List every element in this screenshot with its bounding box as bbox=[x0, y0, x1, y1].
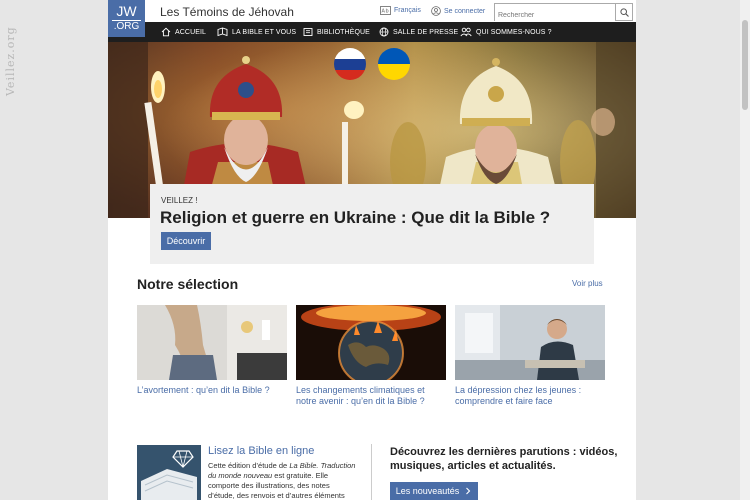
bible-promo-title[interactable]: Lisez la Bible en ligne bbox=[208, 445, 314, 457]
nav-item-accueil[interactable]: ACCUEIL bbox=[161, 22, 206, 42]
nav-item-bibliotheque[interactable]: BIBLIOTHÈQUE bbox=[303, 22, 370, 42]
nav-item-bible[interactable]: LA BIBLE ET VOUS bbox=[217, 22, 296, 42]
search-button[interactable] bbox=[615, 4, 632, 20]
section-divider bbox=[371, 444, 372, 500]
page: JW .ORG ® Les Témoins de Jéhovah A b Fra… bbox=[108, 0, 636, 500]
see-more-link[interactable]: Voir plus bbox=[572, 279, 603, 288]
login-label: Se connecter bbox=[444, 7, 486, 15]
depression-illustration bbox=[455, 305, 605, 380]
card-title-depression[interactable]: La dépression chez les jeunes : comprend… bbox=[455, 385, 605, 407]
new-releases-title: Découvrez les dernières parutions : vidé… bbox=[390, 446, 618, 472]
search-input[interactable] bbox=[495, 8, 615, 23]
card-image-depression[interactable] bbox=[455, 305, 605, 380]
top-bar: JW .ORG ® Les Témoins de Jéhovah A b Fra… bbox=[108, 0, 636, 37]
bible-icon bbox=[217, 27, 228, 37]
bible-promo-description: Cette édition d’étude de La Bible. Tradu… bbox=[208, 461, 358, 500]
desc-text: Cette édition d’étude de bbox=[208, 461, 290, 470]
main-nav: ACCUEIL LA BIBLE ET VOUS BIBLIOTHÈQUE SA… bbox=[108, 22, 636, 42]
new-releases-button[interactable]: Les nouveautés bbox=[390, 482, 478, 500]
people-icon bbox=[460, 27, 472, 37]
card-image-climate[interactable] bbox=[296, 305, 446, 380]
user-icon bbox=[431, 6, 441, 16]
nav-item-salle-de-presse[interactable]: SALLE DE PRESSE bbox=[379, 22, 458, 42]
chevron-right-icon bbox=[466, 487, 471, 495]
nav-label: ACCUEIL bbox=[175, 28, 207, 36]
card-image-abortion[interactable] bbox=[137, 305, 287, 380]
bible-tablet-illustration bbox=[137, 445, 201, 500]
home-icon bbox=[161, 27, 171, 37]
site-title[interactable]: Les Témoins de Jéhovah bbox=[160, 5, 294, 19]
climate-illustration bbox=[296, 305, 446, 380]
watermark: Veillez.org bbox=[4, 26, 17, 96]
language-label: Français bbox=[394, 7, 421, 14]
nav-item-qui-sommes-nous[interactable]: QUI SOMMES-NOUS ? bbox=[460, 22, 552, 42]
nav-label: BIBLIOTHÈQUE bbox=[317, 28, 370, 36]
nav-label: LA BIBLE ET VOUS bbox=[232, 28, 297, 36]
scrollbar-thumb[interactable] bbox=[742, 20, 748, 110]
section-title: Notre sélection bbox=[137, 276, 239, 292]
abortion-illustration bbox=[137, 305, 287, 380]
bible-promo-image[interactable] bbox=[137, 445, 201, 500]
nav-label: SALLE DE PRESSE bbox=[393, 28, 459, 36]
language-selector[interactable]: A b Français bbox=[380, 6, 421, 15]
ukraine-flag-icon bbox=[378, 48, 410, 80]
globe-icon bbox=[379, 27, 389, 37]
card-title-abortion[interactable]: L’avortement : qu’en dit la Bible ? bbox=[137, 385, 287, 396]
search-box bbox=[494, 3, 633, 23]
logo-top-text: JW bbox=[116, 3, 137, 19]
card-title-climate[interactable]: Les changements climatiques et notre ave… bbox=[296, 385, 446, 407]
discover-button[interactable]: Découvrir bbox=[161, 232, 211, 250]
language-icon: A b bbox=[380, 6, 391, 15]
logo-bottom-text: .ORG bbox=[112, 20, 141, 32]
search-icon bbox=[619, 7, 629, 17]
hero-card: VEILLEZ ! Religion et guerre en Ukraine … bbox=[150, 184, 594, 264]
nav-label: QUI SOMMES-NOUS ? bbox=[476, 28, 552, 36]
new-releases-label: Les nouveautés bbox=[395, 486, 460, 496]
library-icon bbox=[303, 28, 313, 36]
jw-logo[interactable]: JW .ORG bbox=[108, 0, 145, 37]
hero-kicker: VEILLEZ ! bbox=[161, 196, 198, 205]
svg-text:b: b bbox=[386, 9, 389, 15]
hero-headline[interactable]: Religion et guerre en Ukraine : Que dit … bbox=[160, 208, 550, 228]
login-link[interactable]: Se connecter bbox=[431, 6, 485, 16]
